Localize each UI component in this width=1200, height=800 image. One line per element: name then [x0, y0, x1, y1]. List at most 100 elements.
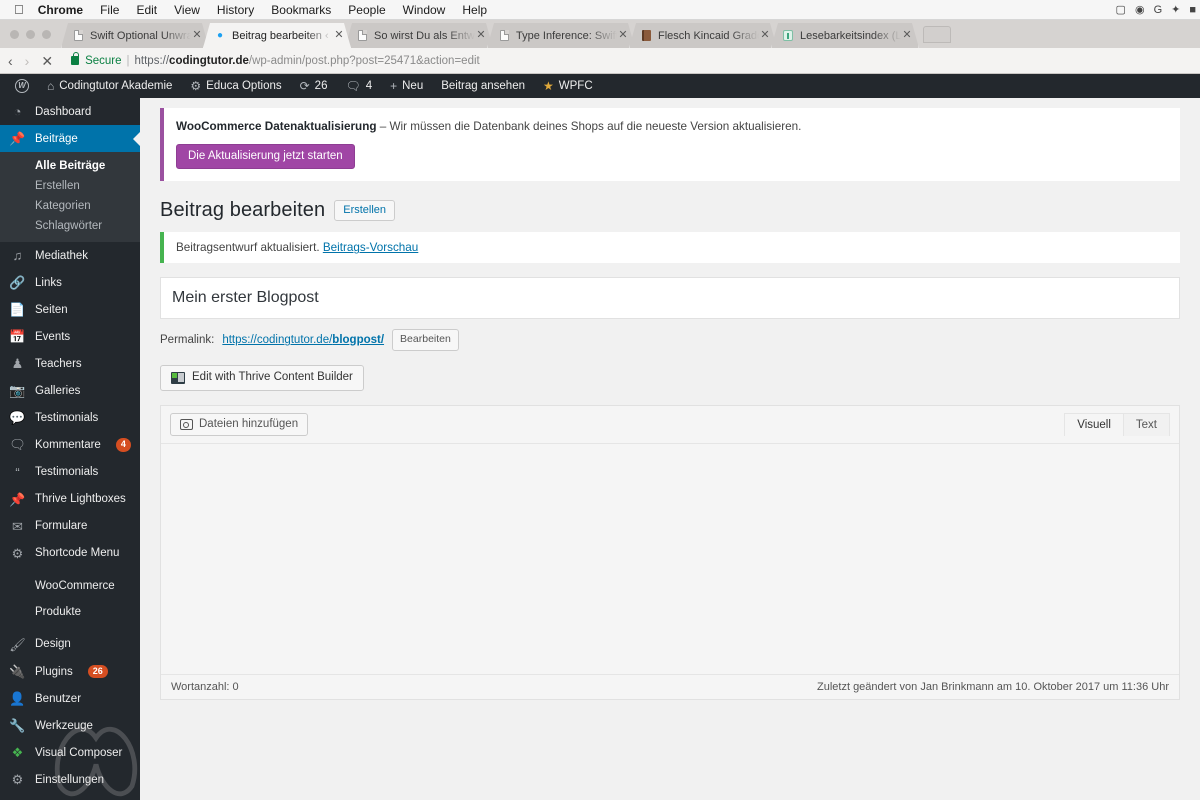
adminbar-updates[interactable]: ⟳ 26 [291, 74, 337, 98]
sidebar-item-visual-composer[interactable]: ❖ Visual Composer [0, 739, 140, 766]
browser-tab-active[interactable]: ● Beitrag bearbeiten ‹ Codingtu ✕ [203, 23, 351, 48]
sidebar-subitem-alle-beitraege[interactable]: Alle Beiträge [0, 156, 140, 176]
sidebar-item-label: Teachers [35, 357, 82, 370]
adminbar-wpfc[interactable]: ★ WPFC [534, 74, 602, 98]
url-path: /wp-admin/post.php?post=25471&action=edi… [248, 54, 480, 67]
menu-item-people[interactable]: People [348, 3, 385, 17]
browser-tab[interactable]: Flesch Kincaid Grade Level Re ✕ [629, 23, 777, 48]
dropbox-sync-icon[interactable]: ◉ [1135, 4, 1145, 16]
sidebar-item-label: Einstellungen [35, 773, 105, 786]
screen-record-icon[interactable]: ▢ [1116, 4, 1126, 16]
sidebar-item-label: Mediathek [35, 249, 89, 262]
sidebar-item-links[interactable]: 🔗 Links [0, 269, 140, 296]
tab-text[interactable]: Text [1122, 413, 1170, 437]
adminbar-comments-count: 4 [365, 80, 373, 92]
sidebar-item-testimonials[interactable]: 💬 Testimonials [0, 404, 140, 431]
sidebar-item-design[interactable]: 🖌 Design [0, 631, 140, 658]
tab-title: Beitrag bearbeiten ‹ Codingtu [232, 29, 329, 42]
tab-close-icon[interactable]: ✕ [333, 30, 345, 41]
page-icon: 📄 [9, 302, 26, 317]
browser-tab[interactable]: Lesebarkeitsindex (LIX) online ✕ [771, 23, 919, 48]
back-button[interactable]: ‹ [8, 54, 13, 68]
sidebar-item-formulare[interactable]: ✉ Formulare [0, 513, 140, 540]
close-button[interactable] [10, 29, 19, 39]
sidebar-item-seiten[interactable]: 📄 Seiten [0, 296, 140, 323]
post-title-input[interactable] [170, 286, 1170, 311]
add-new-post-button[interactable]: Erstellen [334, 200, 396, 222]
sidebar-item-label: Kommentare [35, 438, 101, 451]
tab-close-icon[interactable]: ✕ [901, 30, 913, 41]
apple-logo-icon[interactable]:  [14, 3, 24, 16]
add-media-button[interactable]: Dateien hinzufügen [170, 412, 309, 437]
address-bar[interactable]: Secure | https://codingtutor.de/wp-admin… [65, 52, 1192, 67]
sidebar-item-shortcode-menu[interactable]: ⚙ Shortcode Menu [0, 540, 140, 567]
tab-visuell[interactable]: Visuell [1064, 413, 1124, 437]
sidebar-item-produkte[interactable]: Produkte [0, 599, 140, 625]
adminbar-site-name[interactable]: ⌂ Codingtutor Akademie [38, 74, 181, 98]
sidebar-item-events[interactable]: 📅 Events [0, 323, 140, 350]
start-update-button[interactable]: Die Aktualisierung jetzt starten [176, 143, 355, 170]
menu-item-view[interactable]: View [174, 3, 200, 17]
sidebar-item-galleries[interactable]: 📷 Galleries [0, 377, 140, 404]
menu-item-window[interactable]: Window [403, 3, 446, 17]
menu-item-file[interactable]: File [100, 3, 119, 17]
security-label: Secure [85, 54, 122, 67]
sidebar-item-dashboard[interactable]: ◔ Dashboard [0, 98, 140, 125]
menu-item-history[interactable]: History [217, 3, 254, 17]
editor-media-row: Dateien hinzufügen Visuell Text [161, 405, 1179, 445]
tab-close-icon[interactable]: ✕ [475, 30, 487, 41]
menu-item-chrome[interactable]: Chrome [38, 3, 83, 17]
editor-status-bar: Wortanzahl: 0 Zuletzt geändert von Jan B… [161, 674, 1179, 700]
sidebar-item-werkzeuge[interactable]: 🔧 Werkzeuge [0, 712, 140, 739]
menu-item-help[interactable]: Help [462, 3, 487, 17]
testimonial-icon: 💬 [9, 410, 26, 425]
edit-permalink-button[interactable]: Bearbeiten [392, 329, 459, 351]
wordpress-logo-icon[interactable] [6, 74, 38, 98]
dropbox-icon[interactable]: ✦ [1171, 4, 1180, 16]
browser-tab[interactable]: Swift Optional Unwrapping, de ✕ [61, 23, 209, 48]
tab-title: Swift Optional Unwrapping, de [90, 29, 191, 42]
sidebar-subitem-kategorien[interactable]: Kategorien [0, 196, 140, 216]
zoom-button[interactable] [42, 29, 51, 39]
menu-item-bookmarks[interactable]: Bookmarks [271, 3, 331, 17]
menu-item-edit[interactable]: Edit [136, 3, 157, 17]
new-tab-button[interactable] [923, 25, 951, 43]
adminbar-comments[interactable]: 🗨 4 [336, 74, 381, 98]
adminbar-view-post[interactable]: Beitrag ansehen [432, 74, 534, 98]
tab-close-icon[interactable]: ✕ [191, 30, 203, 41]
permalink-link[interactable]: https://codingtutor.de/blogpost/ [222, 334, 384, 346]
sidebar-item-eigene-felder[interactable]: ⚒ Eigene Felder [0, 793, 140, 800]
sidebar-item-beitraege[interactable]: 📌 Beiträge [0, 125, 140, 152]
post-preview-link[interactable]: Beitrags-Vorschau [323, 241, 419, 254]
adminbar-view-post-label: Beitrag ansehen [441, 80, 525, 92]
brush-icon: 🖌 [9, 636, 26, 652]
adminbar-educa-options[interactable]: ⚙ Educa Options [181, 74, 290, 98]
browser-tab[interactable]: So wirst Du als Entwickler dig ✕ [345, 23, 493, 48]
stop-button[interactable]: ✕ [41, 54, 53, 68]
tab-close-icon[interactable]: ✕ [617, 30, 629, 41]
sidebar-item-plugins[interactable]: 🔌 Plugins 26 [0, 658, 140, 686]
sidebar-item-label: Links [35, 276, 62, 289]
forward-button[interactable]: › [25, 54, 30, 68]
quote-icon: “ [15, 464, 20, 480]
minimize-button[interactable] [26, 29, 35, 39]
sidebar-item-einstellungen[interactable]: ⚙ Einstellungen [0, 766, 140, 793]
sidebar-item-mediathek[interactable]: ♫ Mediathek [0, 242, 140, 269]
logitech-icon[interactable]: G [1154, 4, 1163, 16]
sidebar-item-teachers[interactable]: ♟ Teachers [0, 350, 140, 377]
thrive-content-builder-button[interactable]: Edit with Thrive Content Builder [160, 364, 364, 391]
browser-tab[interactable]: Type Inference: Swift erkennt ✕ [487, 23, 635, 48]
sidebar-item-thrive-lightboxes[interactable]: 📌 Thrive Lightboxes [0, 486, 140, 513]
comment-icon: 🗨 [345, 79, 361, 93]
editor-content-area[interactable] [161, 444, 1179, 675]
sidebar-subitem-erstellen[interactable]: Erstellen [0, 176, 140, 196]
sidebar-item-woocommerce[interactable]: WooCommerce [0, 573, 140, 599]
sidebar-item-kommentare[interactable]: 🗨 Kommentare 4 [0, 431, 140, 459]
sidebar-item-label: Werkzeuge [35, 719, 93, 732]
sidebar-item-testimonials-2[interactable]: “ Testimonials [0, 459, 140, 486]
tab-close-icon[interactable]: ✕ [759, 30, 771, 41]
sidebar-item-benutzer[interactable]: 👤 Benutzer [0, 685, 140, 712]
adminbar-new-content[interactable]: + Neu [381, 74, 432, 98]
battery-icon[interactable]: ■ [1189, 4, 1196, 16]
sidebar-subitem-schlagwoerter[interactable]: Schlagwörter [0, 216, 140, 236]
